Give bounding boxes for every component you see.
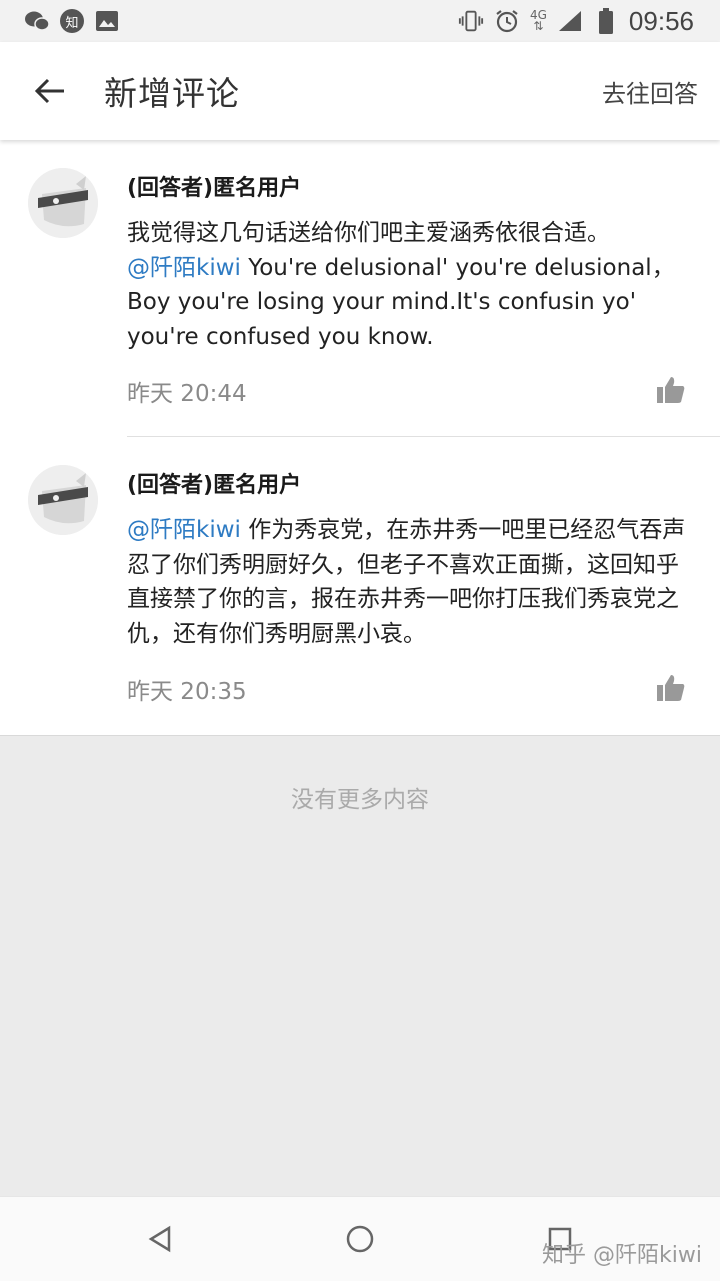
image-icon — [94, 8, 120, 34]
back-button[interactable] — [20, 61, 80, 121]
app-bar: 新增评论 去往回答 — [0, 42, 720, 140]
comment-list: (回答者)匿名用户 我觉得这几句话送给你们吧主爱涵秀依很合适。 @阡陌kiwi … — [0, 140, 720, 736]
clock: 09:56 — [628, 5, 694, 36]
comment-text: @阡陌kiwi 作为秀哀党，在赤井秀一吧里已经忍气吞声忍了你们秀明厨好久，但老子… — [127, 513, 695, 651]
like-button[interactable] — [656, 375, 686, 405]
comment-text: 我觉得这几句话送给你们吧主爱涵秀依很合适。 @阡陌kiwi You're del… — [127, 216, 695, 354]
go-to-answer-button[interactable]: 去往回答 — [602, 74, 698, 109]
mention-link[interactable]: @阡陌kiwi — [127, 517, 241, 543]
system-nav-bar: 知乎 @阡陌kiwi — [0, 1196, 720, 1281]
nav-home-button[interactable] — [340, 1219, 380, 1259]
thumbs-up-icon — [657, 377, 685, 403]
vibrate-icon — [458, 8, 484, 34]
triangle-back-icon — [148, 1225, 171, 1253]
mention-link[interactable]: @阡陌kiwi — [127, 255, 241, 281]
arrow-left-icon — [34, 78, 64, 104]
comment-author[interactable]: (回答者)匿名用户 — [127, 467, 301, 499]
watermark: 知乎 @阡陌kiwi — [542, 1243, 702, 1268]
comment-item: (回答者)匿名用户 我觉得这几句话送给你们吧主爱涵秀依很合适。 @阡陌kiwi … — [0, 140, 720, 437]
nav-back-button[interactable] — [140, 1219, 180, 1259]
signal-icon — [557, 8, 583, 34]
comment-text-intro: 我觉得这几句话送给你们吧主爱涵秀依很合适。 — [127, 220, 610, 246]
network-type: 4G ⇅ — [529, 8, 547, 33]
avatar[interactable] — [28, 168, 98, 238]
battery-icon — [593, 8, 619, 34]
alarm-icon — [494, 8, 520, 34]
avatar[interactable] — [28, 465, 98, 535]
comment-item: (回答者)匿名用户 @阡陌kiwi 作为秀哀党，在赤井秀一吧里已经忍气吞声忍了你… — [0, 437, 720, 735]
like-button[interactable] — [656, 673, 686, 703]
page-title: 新增评论 — [104, 74, 240, 113]
status-bar: 知 4G ⇅ 09:56 — [0, 0, 720, 42]
thumbs-up-icon — [657, 675, 685, 701]
comment-timestamp: 昨天 20:44 — [127, 381, 247, 407]
zhihu-icon: 知 — [60, 9, 84, 33]
comment-author[interactable]: (回答者)匿名用户 — [127, 170, 301, 202]
circle-home-icon — [346, 1225, 374, 1253]
comment-timestamp: 昨天 20:35 — [127, 679, 247, 705]
no-more-content: 没有更多内容 — [291, 787, 429, 813]
wechat-icon — [24, 8, 50, 34]
